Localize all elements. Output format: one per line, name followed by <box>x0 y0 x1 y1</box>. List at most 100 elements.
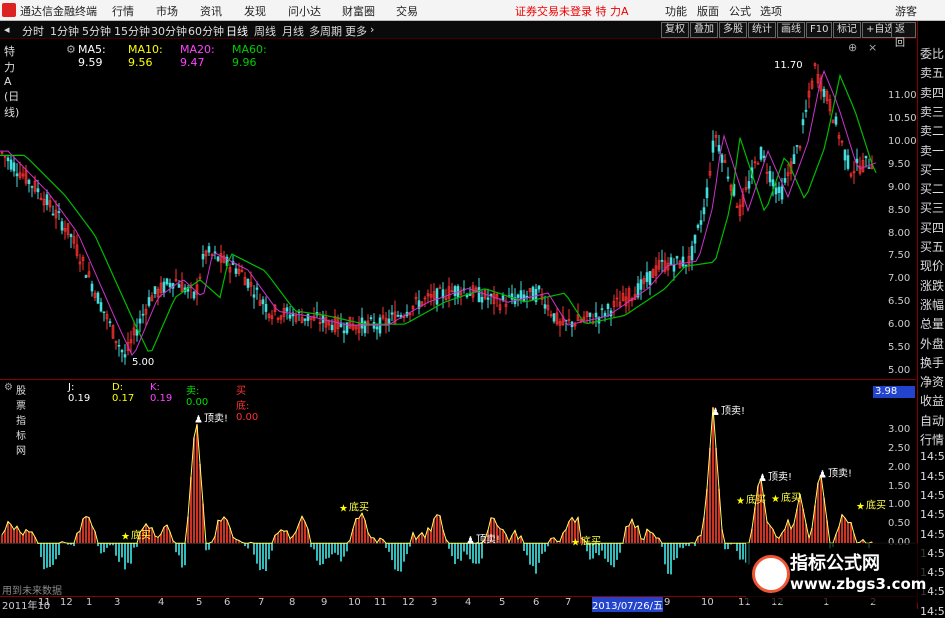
tab-weekly[interactable]: 周线 <box>254 23 276 39</box>
stats-button[interactable]: 统计 <box>748 22 776 38</box>
indicator-bar <box>103 543 105 552</box>
date-tick-label: 4 <box>465 597 471 608</box>
indicator-bar <box>22 535 24 543</box>
candle-body <box>247 279 249 287</box>
candle-body <box>370 318 372 319</box>
menu-quotes[interactable]: 行情 <box>112 3 134 19</box>
price-tick-label: 5.00 <box>888 365 910 376</box>
tab-60min[interactable]: 60分钟 <box>188 23 224 39</box>
tab-timeshare[interactable]: 分时 <box>22 23 44 39</box>
buy-signal-label: 底买 <box>131 529 151 542</box>
date-tick-label: 4 <box>158 597 164 608</box>
indicator-bar <box>394 543 396 569</box>
indicator-bar <box>670 543 672 574</box>
menu-trade[interactable]: 交易 <box>396 3 418 19</box>
menu-wealth[interactable]: 财富圈 <box>342 3 375 19</box>
candle-body <box>169 283 171 287</box>
indicator-bar <box>46 543 48 568</box>
watermark-title: 指标公式网 <box>790 549 880 575</box>
menu-layout[interactable]: 版面 <box>697 3 719 19</box>
price-tick-label: 10.00 <box>888 136 917 147</box>
settings-gear-icon[interactable]: ⚙ <box>4 382 13 393</box>
indicator-tick-label: 1.00 <box>888 499 910 510</box>
indicator-bar <box>682 543 684 548</box>
tab-monthly[interactable]: 月线 <box>282 23 304 39</box>
tab-daily[interactable]: 日线 <box>226 23 248 39</box>
side-panel-label[interactable]: 14:5 <box>920 605 945 618</box>
indicator-bar <box>19 532 21 543</box>
tab-5min[interactable]: 5分钟 <box>82 23 111 39</box>
side-panel-label: 换手 <box>920 354 944 371</box>
candle-body <box>85 275 87 277</box>
indicator-bar <box>667 543 669 574</box>
price-axis: 11.0010.5010.009.509.008.508.007.507.006… <box>886 0 916 380</box>
candle-body <box>343 331 345 333</box>
candle-body <box>331 325 333 330</box>
tab-multi-period[interactable]: 多周期 <box>309 23 342 39</box>
mark-button[interactable]: 标记 <box>833 22 861 38</box>
menu-function[interactable]: 功能 <box>665 3 687 19</box>
indicator-bar <box>457 543 459 559</box>
candle-body <box>103 312 105 313</box>
indicator-tick-label: 1.50 <box>888 481 910 492</box>
buy-signal-label: 底买 <box>781 491 801 504</box>
candle-body <box>700 221 702 225</box>
menu-news[interactable]: 资讯 <box>200 3 222 19</box>
adjust-button[interactable]: 复权 <box>661 22 689 38</box>
side-panel-label: 现价 <box>920 257 944 274</box>
candle-body <box>718 145 720 151</box>
indicator-bar <box>430 531 432 543</box>
menu-market[interactable]: 市场 <box>156 3 178 19</box>
menu-discover[interactable]: 发现 <box>244 3 266 19</box>
date-tick-label: 5 <box>196 597 202 608</box>
candle-body <box>436 289 438 305</box>
buy-star-icon: ★ <box>571 537 580 548</box>
overlay-button[interactable]: 叠加 <box>690 22 718 38</box>
candle-body <box>607 304 609 308</box>
side-panel-label[interactable]: 14:5 <box>920 508 945 521</box>
side-panel-label[interactable]: 14:5 <box>920 489 945 502</box>
indicator-bar <box>4 530 6 543</box>
indicator-bar <box>610 543 612 565</box>
candle-body <box>487 298 489 300</box>
menu-formula[interactable]: 公式 <box>729 3 751 19</box>
indicator-bar <box>157 537 159 543</box>
indicator-bar <box>247 543 249 548</box>
zoom-icon[interactable]: ⊕ <box>848 41 857 54</box>
candle-body <box>781 187 783 199</box>
candle-body <box>835 117 837 124</box>
side-panel-label[interactable]: 14:5 <box>920 450 945 463</box>
indicator-bar <box>43 543 45 569</box>
candle-body <box>235 269 237 274</box>
f10-button[interactable]: F10 <box>806 22 832 38</box>
draw-button[interactable]: 画线 <box>777 22 805 38</box>
candlestick-chart[interactable] <box>0 55 916 380</box>
side-panel-label[interactable]: 自动 <box>920 412 944 429</box>
menu-options[interactable]: 选项 <box>760 3 782 19</box>
side-panel-label: 卖五 <box>920 64 944 81</box>
tab-1min[interactable]: 1分钟 <box>50 23 79 39</box>
tab-more[interactable]: 更多 <box>345 23 367 39</box>
indicator-bar <box>331 543 333 554</box>
side-panel-label[interactable]: 行情 <box>920 431 944 448</box>
candle-body <box>640 280 642 290</box>
date-tick-label: 10 <box>348 597 361 608</box>
menu-ask[interactable]: 问小达 <box>288 3 321 19</box>
indicator-bar <box>319 543 321 565</box>
login-warning[interactable]: 证券交易未登录 特 力A <box>515 3 629 19</box>
indicator-bar <box>790 529 792 543</box>
multi-stock-button[interactable]: 多股 <box>719 22 747 38</box>
candle-body <box>844 150 846 160</box>
side-panel-label[interactable]: 14:5 <box>920 528 945 541</box>
indicator-bar <box>337 543 339 555</box>
side-panel-label[interactable]: 14:5 <box>920 470 945 483</box>
nav-prev-icon[interactable]: ◂ <box>4 23 10 36</box>
tab-15min[interactable]: 15分钟 <box>114 23 150 39</box>
date-tick-label: 5 <box>499 597 505 608</box>
chevron-right-icon[interactable]: › <box>370 23 374 36</box>
close-icon[interactable]: × <box>868 41 877 54</box>
date-tick-label: 9 <box>321 597 327 608</box>
date-tick-label: 12 <box>60 597 73 608</box>
tab-30min[interactable]: 30分钟 <box>151 23 187 39</box>
indicator-bar <box>253 543 255 554</box>
